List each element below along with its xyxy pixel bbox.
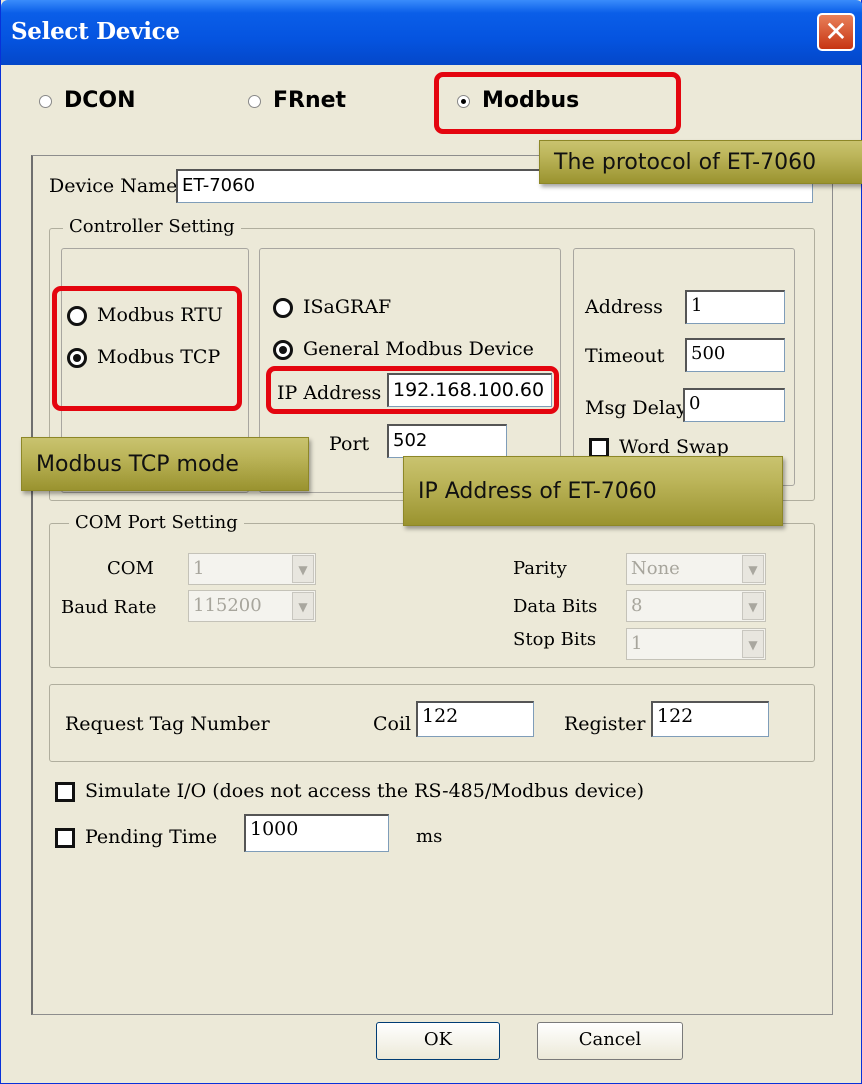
radio-icon xyxy=(248,94,261,108)
stop-bits-value: 1 xyxy=(631,633,643,654)
ip-highlight-box xyxy=(266,366,559,414)
parity-value: None xyxy=(631,558,680,579)
callout-ip-address: IP Address of ET-7060 xyxy=(403,456,783,526)
baud-rate-select[interactable]: 115200 ▼ xyxy=(188,590,316,622)
close-icon: ✕ xyxy=(824,15,848,48)
protocol-label-frnet: FRnet xyxy=(273,88,347,113)
window-title: Select Device xyxy=(11,18,180,45)
close-button[interactable]: ✕ xyxy=(817,13,855,51)
address-input[interactable]: 1 xyxy=(685,290,785,324)
stop-bits-label: Stop Bits xyxy=(513,629,597,650)
radio-icon xyxy=(39,94,52,108)
type-label-general: General Modbus Device xyxy=(303,338,534,360)
protocol-radio-dcon[interactable]: DCON xyxy=(39,88,136,113)
request-tag-label: Request Tag Number xyxy=(65,713,270,735)
title-bar[interactable]: Select Device ✕ xyxy=(1,0,862,65)
msg-delay-input[interactable]: 0 xyxy=(683,388,785,422)
chevron-down-icon: ▼ xyxy=(292,592,314,620)
com-port-title: COM Port Setting xyxy=(69,512,244,533)
pending-time-label: Pending Time xyxy=(85,826,218,848)
chevron-down-icon: ▼ xyxy=(742,630,764,658)
type-radio-general[interactable]: General Modbus Device xyxy=(273,338,534,360)
parity-select[interactable]: None ▼ xyxy=(626,553,766,585)
pending-time-unit: ms xyxy=(416,826,443,847)
baud-rate-label: Baud Rate xyxy=(61,597,157,618)
msg-delay-label: Msg Delay xyxy=(585,397,688,419)
data-bits-label: Data Bits xyxy=(513,596,598,617)
port-label: Port xyxy=(329,433,370,455)
device-name-label: Device Name xyxy=(49,175,178,197)
type-label-isagraf: ISaGRAF xyxy=(303,296,392,318)
chevron-down-icon: ▼ xyxy=(292,555,314,583)
pending-time-input[interactable]: 1000 xyxy=(244,814,389,852)
radio-icon xyxy=(273,298,293,318)
baud-rate-value: 115200 xyxy=(193,595,262,616)
protocol-radio-frnet[interactable]: FRnet xyxy=(248,88,346,113)
com-select[interactable]: 1 ▼ xyxy=(188,553,316,585)
timeout-input[interactable]: 500 xyxy=(685,338,785,372)
parity-label: Parity xyxy=(513,558,567,579)
chevron-down-icon: ▼ xyxy=(742,555,764,583)
port-input[interactable]: 502 xyxy=(387,424,507,458)
timeout-label: Timeout xyxy=(585,345,665,367)
callout-tcp-mode: Modbus TCP mode xyxy=(21,437,309,491)
checkbox-icon xyxy=(55,828,75,848)
checkbox-icon xyxy=(589,438,609,456)
callout-protocol: The protocol of ET-7060 xyxy=(539,140,862,184)
simulate-io-checkbox[interactable]: Simulate I/O (does not access the RS-485… xyxy=(55,780,644,802)
com-value: 1 xyxy=(193,558,205,579)
data-bits-select[interactable]: 8 ▼ xyxy=(626,590,766,622)
type-radio-isagraf[interactable]: ISaGRAF xyxy=(273,296,391,318)
stop-bits-select[interactable]: 1 ▼ xyxy=(626,628,766,660)
controller-setting-title: Controller Setting xyxy=(63,216,241,237)
data-bits-value: 8 xyxy=(631,595,643,616)
select-device-dialog: Select Device ✕ DCON FRnet Modbus Device… xyxy=(0,0,862,1084)
cancel-button[interactable]: Cancel xyxy=(537,1022,683,1060)
coil-input[interactable]: 122 xyxy=(416,701,534,737)
protocol-highlight-box xyxy=(434,72,681,134)
chevron-down-icon: ▼ xyxy=(742,592,764,620)
coil-label: Coil xyxy=(373,713,412,735)
com-label: COM xyxy=(107,558,154,579)
address-label: Address xyxy=(585,296,663,318)
word-swap-checkbox[interactable]: Word Swap xyxy=(589,436,729,456)
register-label: Register xyxy=(564,713,646,735)
register-input[interactable]: 122 xyxy=(651,701,769,737)
mode-highlight-box xyxy=(52,286,242,411)
pending-time-checkbox[interactable]: Pending Time xyxy=(55,826,217,848)
simulate-io-label: Simulate I/O (does not access the RS-485… xyxy=(85,780,645,802)
protocol-label-dcon: DCON xyxy=(64,88,136,113)
word-swap-label: Word Swap xyxy=(619,436,729,456)
ok-button[interactable]: OK xyxy=(376,1022,500,1060)
checkbox-icon xyxy=(55,782,75,802)
radio-selected-icon xyxy=(273,340,293,360)
